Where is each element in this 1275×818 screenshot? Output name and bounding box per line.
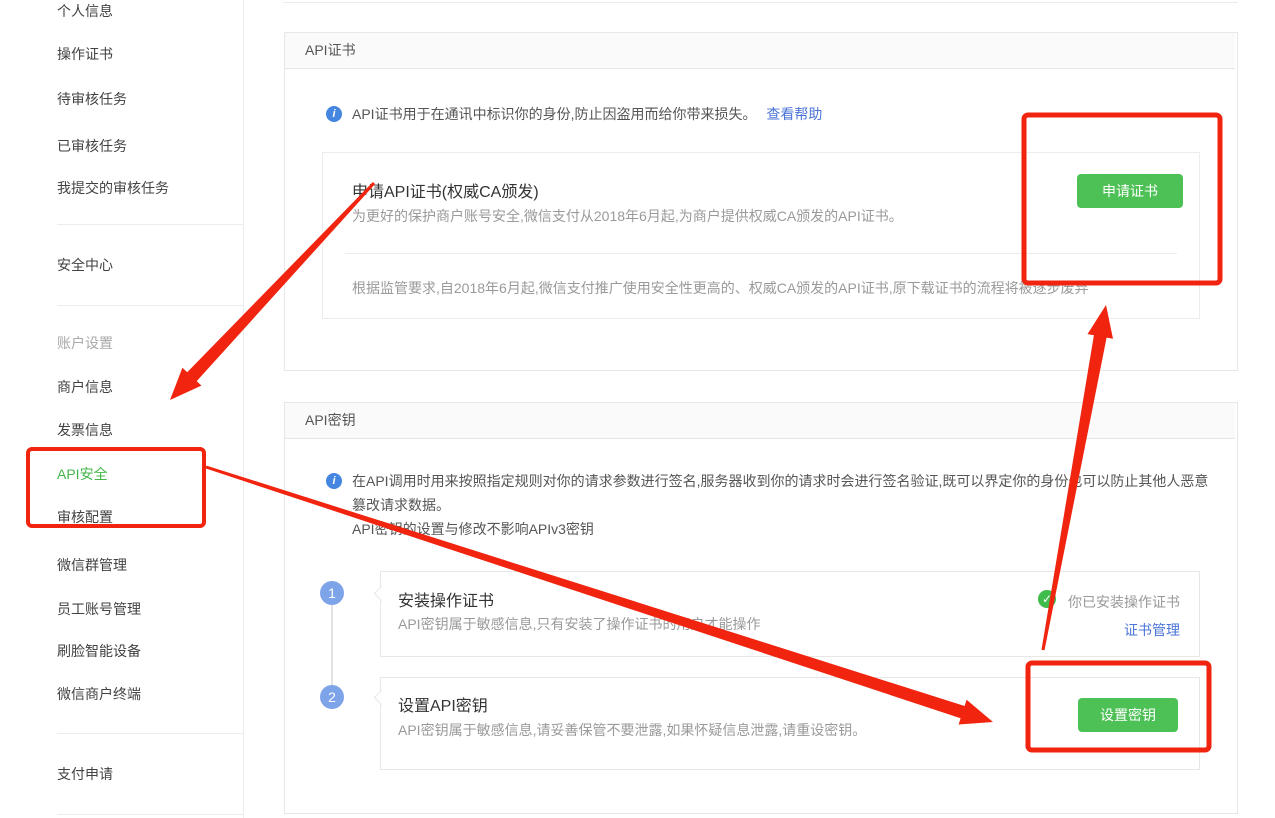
sidebar-item-api-security-active[interactable]: API安全 [57,464,108,484]
sidebar-item-4[interactable]: 我提交的审核任务 [57,178,169,198]
apply-certificate-button[interactable]: 申请证书 [1077,174,1183,208]
sidebar-item-5[interactable]: 安全中心 [57,255,113,275]
annotation-rect [28,449,204,526]
step-2-circle: 2 [320,685,344,709]
step-1-circle: 1 [320,581,344,605]
sidebar-item-1[interactable]: 操作证书 [57,44,113,64]
step-connector-line [331,605,333,685]
install-certificate-title: 安装操作证书 [398,587,494,611]
sidebar-divider [57,305,243,306]
view-help-link[interactable]: 查看帮助 [766,106,822,122]
apply-box-divider [345,253,1177,254]
api-key-info-para1: 在API调用时用来按照指定规则对你的请求参数进行签名,服务器收到你的请求时会进行… [352,469,1218,517]
api-key-card-header: API密钥 [285,403,1235,439]
sidebar-item-14[interactable]: 微信商户终端 [57,684,141,704]
certificate-info-line: API证书用于在通讯中标识你的身份,防止因盗用而给你带来损失。 查看帮助 [352,102,822,126]
api-certificate-card-title: API证书 [305,33,356,68]
sidebar-item-11[interactable]: 微信群管理 [57,555,127,575]
sidebar-divider [57,224,243,225]
sidebar-item-10[interactable]: 审核配置 [57,507,113,527]
info-icon: i [326,106,342,122]
api-key-info-block: 在API调用时用来按照指定规则对你的请求参数进行签名,服务器收到你的请求时会进行… [352,469,1218,541]
set-api-key-desc: API密钥属于敏感信息,请妥善保管不要泄露,如果怀疑信息泄露,请重设密钥。 [398,720,866,740]
apply-certificate-title: 申请API证书(权威CA颁发) [352,178,539,202]
sidebar-item-7[interactable]: 商户信息 [57,377,113,397]
info-icon: i [326,473,342,489]
certificate-manage-link[interactable]: 证书管理 [1060,620,1180,640]
apply-certificate-desc: 为更好的保护商户账号安全,微信支付从2018年6月起,为商户提供权威CA颁发的A… [352,206,903,226]
certificate-installed-status: 你已安装操作证书 [1060,592,1180,612]
sidebar-divider [57,733,243,734]
sidebar-item-15[interactable]: 支付申请 [57,764,113,784]
api-key-card-title: API密钥 [305,403,356,438]
set-api-key-title: 设置API密钥 [398,692,488,716]
api-key-info-para2: API密钥的设置与修改不影响APIv3密钥 [352,517,1218,541]
sidebar-item-6: 账户设置 [57,333,113,353]
certificate-info-text: API证书用于在通讯中标识你的身份,防止因盗用而给你带来损失。 [352,106,756,122]
sidebar-item-2[interactable]: 待审核任务 [57,89,127,109]
set-api-key-button[interactable]: 设置密钥 [1078,698,1178,732]
regulatory-notice: 根据监管要求,自2018年6月起,微信支付推广使用安全性更高的、权威CA颁发的A… [352,278,1089,298]
sidebar-item-0[interactable]: 个人信息 [57,1,113,21]
sidebar-item-8[interactable]: 发票信息 [57,420,113,440]
sidebar-divider [57,814,243,815]
sidebar-right-border [243,0,244,818]
wechat-pay-merchant-api-security-page: { "colors": { "annotation_red": "#f0240f… [0,0,1275,818]
previous-card-bottom-border [283,2,1238,3]
sidebar-item-12[interactable]: 员工账号管理 [57,599,141,619]
sidebar-item-13[interactable]: 刷脸智能设备 [57,641,141,661]
install-certificate-desc: API密钥属于敏感信息,只有安装了操作证书的用户才能操作 [398,614,760,634]
check-icon: ✓ [1038,590,1056,608]
sidebar-item-3[interactable]: 已审核任务 [57,136,127,156]
api-certificate-card-header: API证书 [285,33,1235,69]
